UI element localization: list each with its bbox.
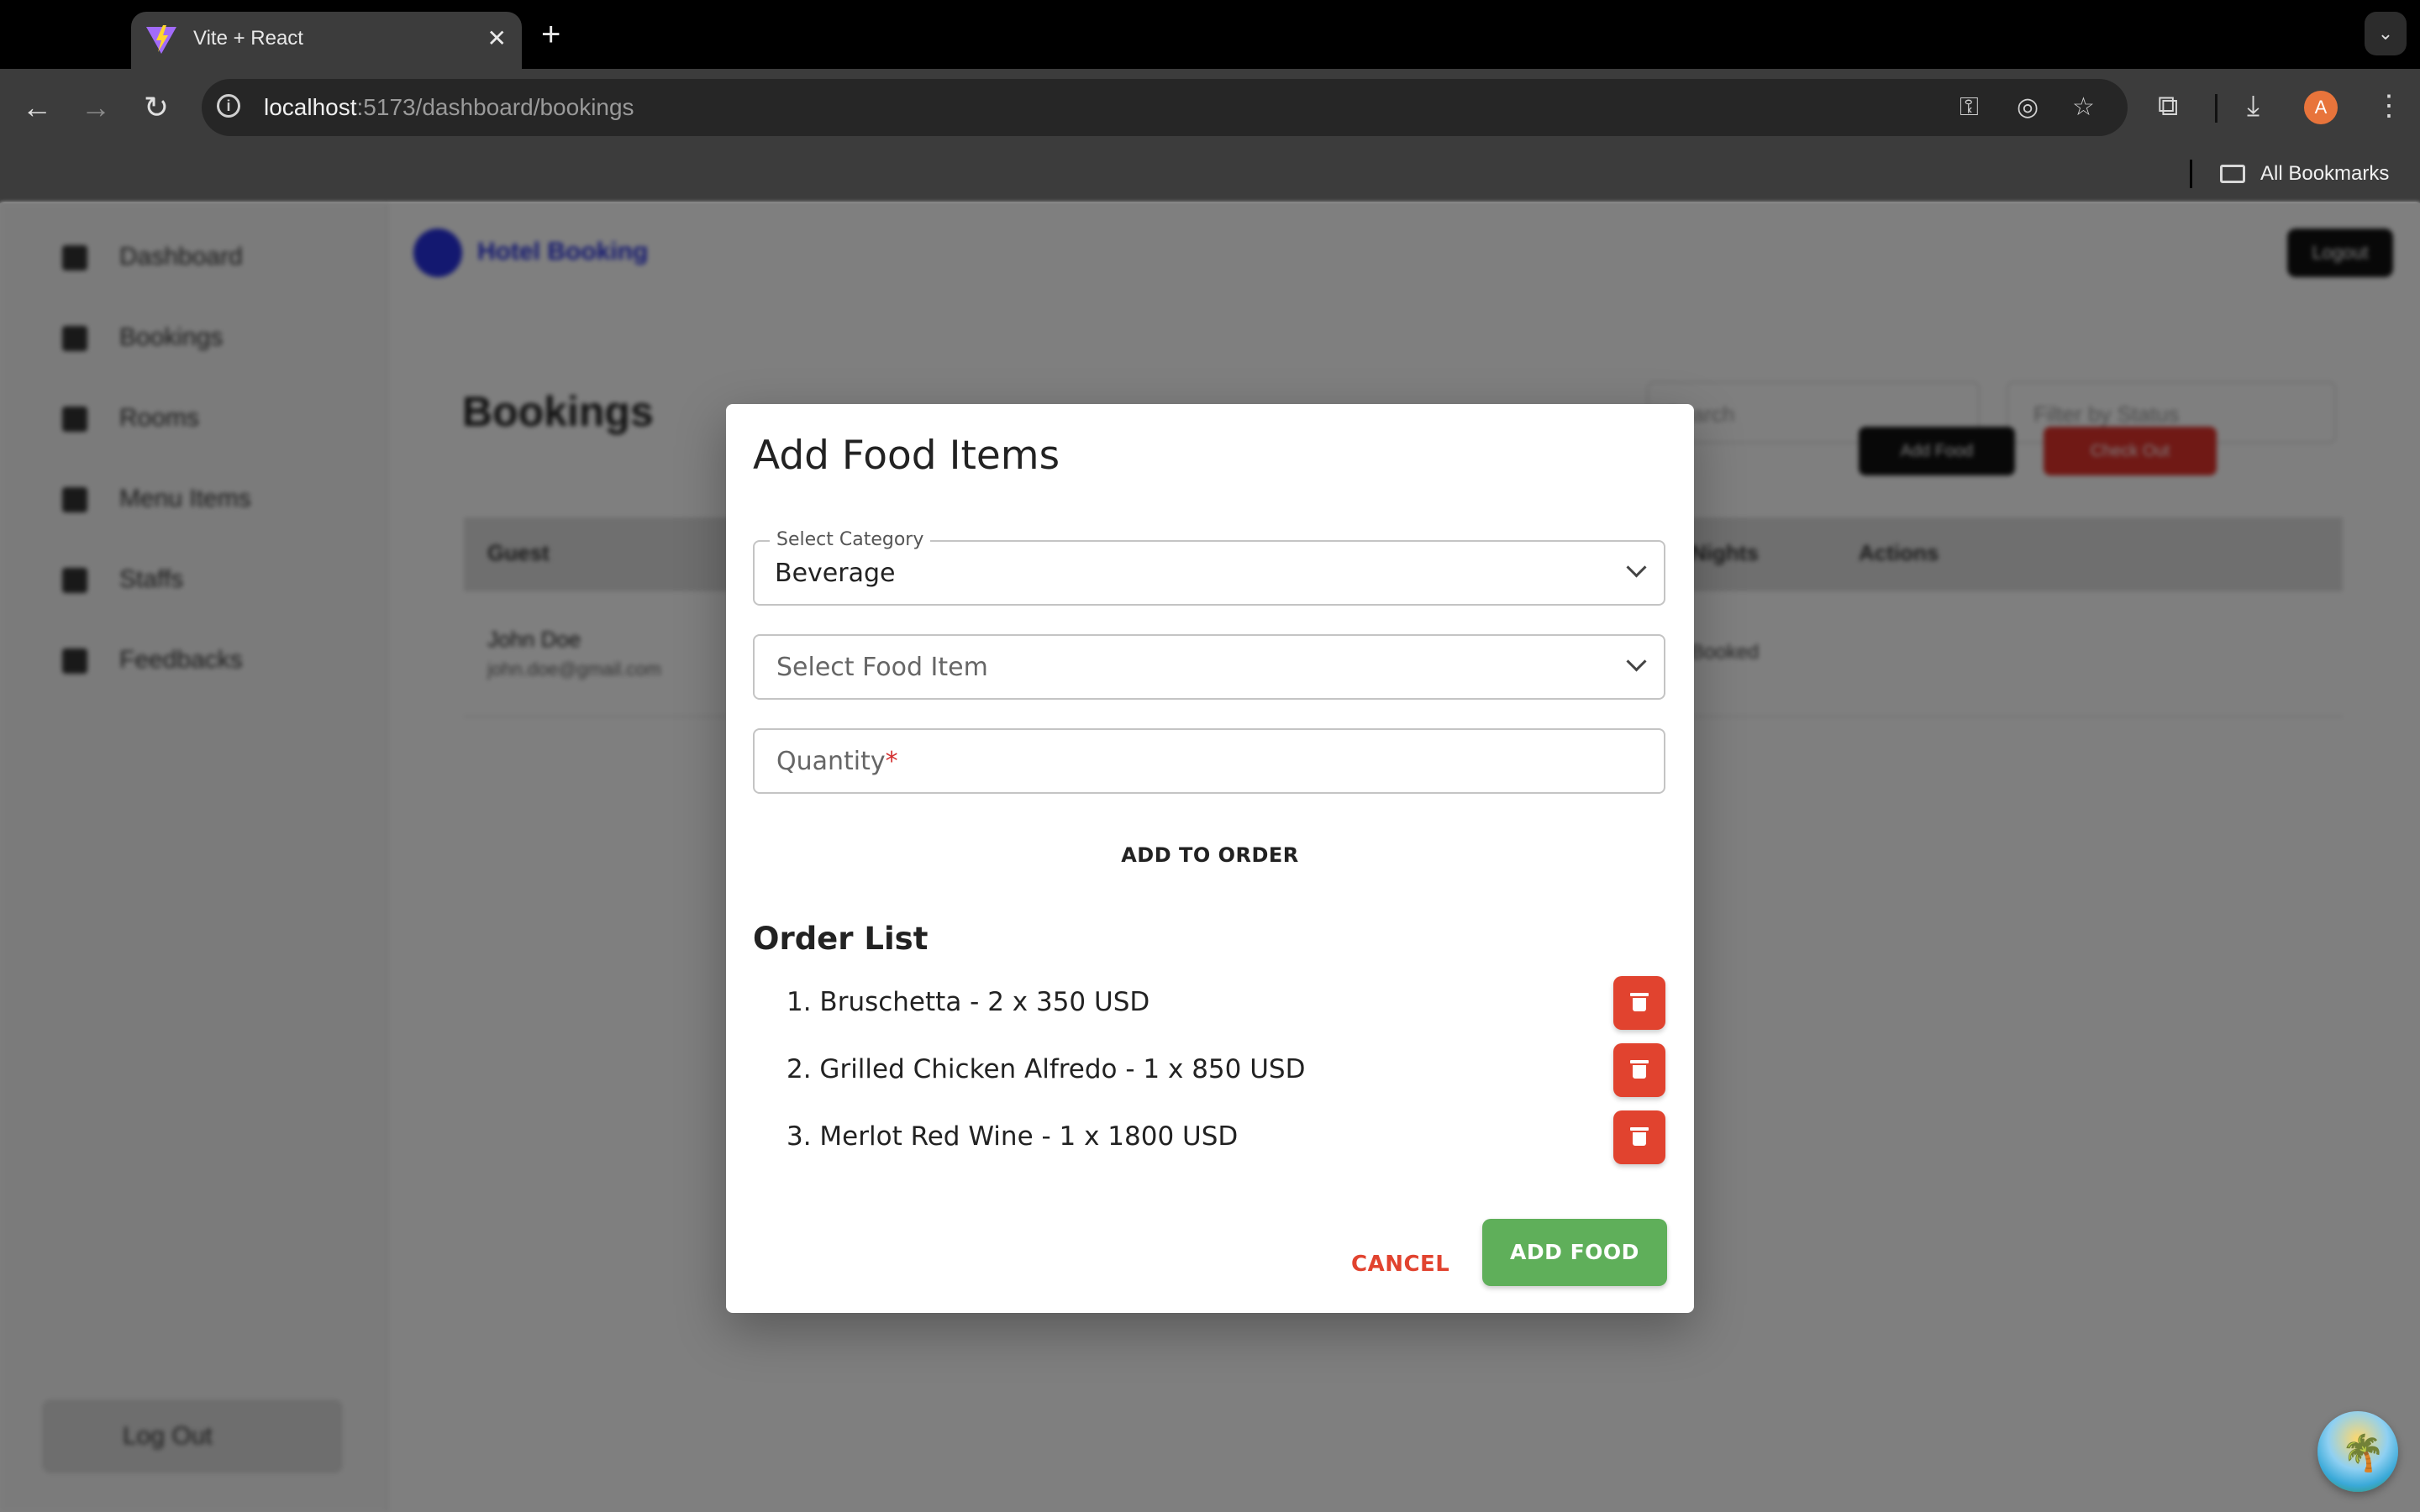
back-icon[interactable]: ← bbox=[18, 89, 55, 126]
assistant-fab[interactable]: 🌴 bbox=[2317, 1411, 2398, 1492]
star-icon[interactable]: ☆ bbox=[2072, 92, 2095, 123]
info-icon[interactable]: i bbox=[217, 94, 240, 118]
folder-icon bbox=[2220, 165, 2245, 183]
category-select[interactable]: Select Category Beverage bbox=[753, 528, 1665, 606]
tab-search-button[interactable]: ⌄ bbox=[2365, 12, 2407, 55]
forward-icon[interactable]: → bbox=[77, 89, 114, 126]
food-item-select[interactable]: Select Food Item bbox=[753, 634, 1665, 700]
bookmarks-divider bbox=[2190, 160, 2192, 188]
toolbar-divider bbox=[2215, 94, 2217, 123]
reload-icon[interactable]: ↻ bbox=[138, 89, 175, 126]
palm-tree-icon: 🌴 bbox=[2341, 1433, 2386, 1473]
menu-icon[interactable]: ⋮ bbox=[2375, 87, 2403, 124]
delete-item-button[interactable] bbox=[1613, 976, 1665, 1030]
food-item-placeholder: Select Food Item bbox=[776, 653, 988, 682]
category-label: Select Category bbox=[770, 528, 931, 552]
list-item: 3. Merlot Red Wine - 1 x 1800 USD bbox=[786, 1121, 1239, 1152]
delete-item-button[interactable] bbox=[1613, 1110, 1665, 1164]
browser-tab[interactable]: Vite + React ✕ bbox=[131, 12, 522, 69]
add-to-order-button[interactable]: ADD TO ORDER bbox=[726, 841, 1694, 869]
avatar[interactable]: A bbox=[2304, 91, 2338, 124]
quantity-field[interactable]: Quantity* bbox=[753, 728, 1665, 794]
tab-title: Vite + React bbox=[193, 27, 303, 50]
vite-icon bbox=[146, 25, 176, 54]
all-bookmarks-link[interactable]: All Bookmarks bbox=[2260, 160, 2389, 188]
list-item: 1. Bruschetta - 2 x 350 USD bbox=[786, 987, 1150, 1017]
key-icon[interactable]: ⚿ bbox=[1960, 92, 1979, 123]
trash-icon bbox=[1630, 1060, 1649, 1079]
bookmarks-bar bbox=[0, 146, 2420, 203]
add-food-button[interactable]: ADD FOOD bbox=[1482, 1219, 1667, 1286]
delete-item-button[interactable] bbox=[1613, 1043, 1665, 1097]
chevron-down-icon bbox=[1626, 557, 1647, 578]
plus-icon[interactable]: + bbox=[541, 15, 560, 54]
url-text[interactable]: localhost:5173/dashboard/bookings bbox=[264, 92, 634, 123]
dialog-title: Add Food Items bbox=[753, 433, 1060, 479]
quantity-placeholder: Quantity* bbox=[776, 747, 898, 776]
download-icon[interactable]: ⤓ bbox=[2247, 87, 2260, 124]
eye-off-icon[interactable]: ◎ bbox=[2017, 92, 2039, 123]
trash-icon bbox=[1630, 993, 1649, 1011]
trash-icon bbox=[1630, 1127, 1649, 1146]
address-bar[interactable]: i localhost:5173/dashboard/bookings ⚿ ◎ … bbox=[202, 79, 2128, 136]
order-list-title: Order List bbox=[753, 921, 929, 957]
chevron-down-icon bbox=[1626, 651, 1647, 672]
cancel-button[interactable]: CANCEL bbox=[1351, 1247, 1449, 1281]
extensions-icon[interactable]: ⧉ bbox=[2158, 87, 2178, 124]
close-icon[interactable]: ✕ bbox=[487, 24, 507, 54]
add-food-dialog: Add Food Items Select Category Beverage … bbox=[726, 404, 1694, 1313]
category-value: Beverage bbox=[775, 559, 896, 588]
list-item: 2. Grilled Chicken Alfredo - 1 x 850 USD bbox=[786, 1054, 1306, 1084]
